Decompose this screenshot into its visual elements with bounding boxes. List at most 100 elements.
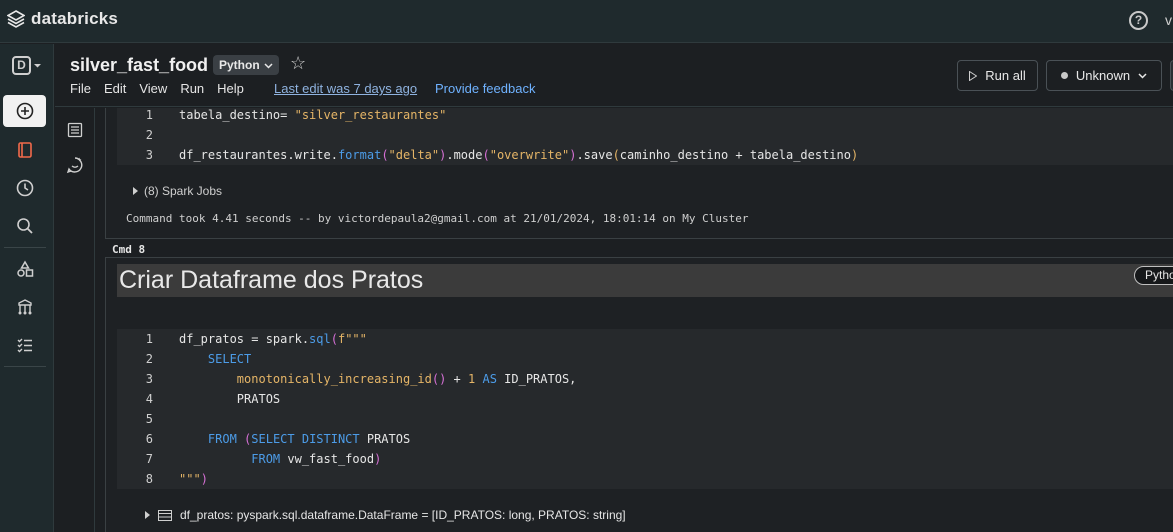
- code-token: format: [337, 148, 382, 162]
- code-text: FROM (SELECT DISTINCT PRATOS: [179, 429, 410, 449]
- menu-view[interactable]: View: [139, 81, 167, 96]
- databricks-logo-icon: [7, 10, 25, 28]
- code-token: FROM: [179, 432, 245, 446]
- help-icon[interactable]: ?: [1129, 11, 1148, 30]
- line-number: 4: [145, 392, 153, 406]
- code-token: FROM: [179, 452, 288, 466]
- code-token: +: [446, 372, 469, 386]
- notebook-side-panel: [55, 108, 95, 532]
- notebook-content: 1 tabela_destino= "silver_restaurantes" 2 3…: [96, 108, 1173, 532]
- spark-jobs-toggle[interactable]: (8) Spark Jobs: [133, 184, 222, 198]
- markdown-heading[interactable]: Criar Dataframe dos Pratos: [117, 264, 1173, 297]
- line-number: 7: [145, 452, 153, 466]
- code-token: (: [482, 148, 490, 162]
- code-line[interactable]: 7 FROM vw_fast_food): [117, 449, 1173, 469]
- menu-help[interactable]: Help: [217, 81, 244, 96]
- code-line[interactable]: 3 monotonically_increasing_id() + 1 AS I…: [117, 369, 1173, 389]
- cluster-status-dot: [1060, 72, 1068, 79]
- code-line[interactable]: 2: [117, 125, 1173, 145]
- workspace-icon: D: [12, 56, 31, 75]
- favorite-star-icon[interactable]: ☆: [290, 53, 306, 74]
- code-token: ): [374, 452, 382, 466]
- code-line[interactable]: 6 FROM (SELECT DISTINCT PRATOS: [117, 429, 1173, 449]
- last-edit-link[interactable]: Last edit was 7 days ago: [274, 81, 417, 96]
- code-line[interactable]: 5: [117, 409, 1173, 429]
- provide-feedback-link[interactable]: Provide feedback: [435, 81, 535, 96]
- chevron-down-icon: [264, 62, 273, 69]
- code-token: SELECT DISTINCT: [251, 432, 367, 446]
- code-token: .save: [576, 148, 613, 162]
- cluster-status-label: Unknown: [1075, 68, 1131, 83]
- command-status: Command took 4.41 seconds -- by victorde…: [126, 212, 749, 225]
- workflow-icon: [17, 299, 32, 315]
- plus-circle-icon: [16, 102, 33, 120]
- workspace-switcher[interactable]: D: [12, 56, 42, 75]
- dataframe-output[interactable]: df_pratos: pyspark.sql.dataframe.DataFra…: [145, 508, 626, 522]
- shapes-icon: [16, 260, 33, 277]
- code-text: df_restaurantes.write.format("delta").mo…: [179, 145, 858, 165]
- notebook-icon: [17, 142, 32, 158]
- code-token: AS: [475, 372, 505, 386]
- brand-name: databricks: [31, 9, 119, 28]
- run-all-label: Run all: [985, 68, 1026, 83]
- code-token: "delta": [388, 148, 440, 162]
- line-number: 3: [145, 372, 153, 386]
- line-number: 6: [145, 432, 153, 446]
- clock-icon: [16, 179, 33, 197]
- recents-button[interactable]: [3, 172, 46, 204]
- code-line[interactable]: 4 PRATOS: [117, 389, 1173, 409]
- code-token: "silver_restaurantes": [294, 108, 447, 122]
- line-number: 1: [145, 332, 153, 346]
- menu-file[interactable]: File: [70, 81, 91, 96]
- run-all-button[interactable]: Run all: [957, 60, 1038, 91]
- user-avatar[interactable]: v: [1165, 12, 1172, 28]
- code-line[interactable]: 1 tabela_destino= "silver_restaurantes": [117, 108, 1173, 125]
- code-token: tabela_destino=: [179, 108, 295, 122]
- language-selector[interactable]: Python: [213, 55, 279, 75]
- code-text: tabela_destino= "silver_restaurantes": [179, 108, 446, 125]
- cluster-selector[interactable]: Unknown: [1046, 60, 1162, 91]
- code-text: df_pratos = spark.sql(f""": [179, 329, 367, 349]
- code-token: vw_fast_food: [287, 452, 375, 466]
- nav-divider: [4, 247, 46, 248]
- notebook-menu: File Edit View Run Help: [70, 81, 244, 96]
- code-token: """: [179, 472, 201, 486]
- code-token: PRATOS: [366, 432, 411, 446]
- line-number: 8: [145, 472, 153, 486]
- code-editor[interactable]: 1 tabela_destino= "silver_restaurantes" 2 3…: [117, 108, 1173, 165]
- code-token: df_pratos = spark.: [179, 332, 310, 346]
- menu-edit[interactable]: Edit: [104, 81, 126, 96]
- assistant-comment-icon[interactable]: [65, 155, 85, 175]
- code-token: (): [431, 372, 447, 386]
- code-token: (: [612, 148, 620, 162]
- catalog-button[interactable]: [3, 253, 46, 285]
- table-of-contents-icon[interactable]: [65, 120, 85, 140]
- code-line[interactable]: 8 """): [117, 469, 1173, 489]
- chevron-down-icon: [1138, 73, 1147, 79]
- workspace-notebook-button[interactable]: [3, 134, 46, 166]
- code-text: SELECT: [179, 349, 251, 369]
- databricks-logo[interactable]: databricks: [7, 9, 118, 29]
- line-number: 3: [145, 148, 153, 162]
- new-button[interactable]: [3, 95, 46, 127]
- search-button[interactable]: [3, 210, 46, 242]
- menu-run[interactable]: Run: [180, 81, 204, 96]
- notebook-cell-7[interactable]: 1 tabela_destino= "silver_restaurantes" 2 3…: [105, 108, 1173, 239]
- checklist-icon: [17, 338, 32, 353]
- code-line[interactable]: 3 df_restaurantes.write.format("delta").m…: [117, 145, 1173, 165]
- code-token: monotonically_increasing_id: [179, 372, 432, 386]
- tasks-button[interactable]: [3, 329, 46, 361]
- notebook-title[interactable]: silver_fast_food: [70, 55, 208, 76]
- code-editor[interactable]: 1 df_pratos = spark.sql(f""" 2 SELECT 3 mon…: [117, 329, 1173, 489]
- chevron-down-icon: [34, 64, 41, 68]
- code-token: ): [200, 472, 208, 486]
- notebook-cell-8[interactable]: Criar Dataframe dos Pratos Python 1 df_pr…: [105, 257, 1173, 532]
- code-line[interactable]: 2 SELECT: [117, 349, 1173, 369]
- line-number: 2: [145, 352, 153, 366]
- workflows-button[interactable]: [3, 291, 46, 323]
- cell-language-badge[interactable]: Python: [1134, 266, 1173, 285]
- code-token: ): [850, 148, 859, 162]
- search-icon: [16, 218, 33, 234]
- code-token: caminho_destino + tabela_destino: [619, 148, 851, 162]
- code-line[interactable]: 1 df_pratos = spark.sql(f""": [117, 329, 1173, 349]
